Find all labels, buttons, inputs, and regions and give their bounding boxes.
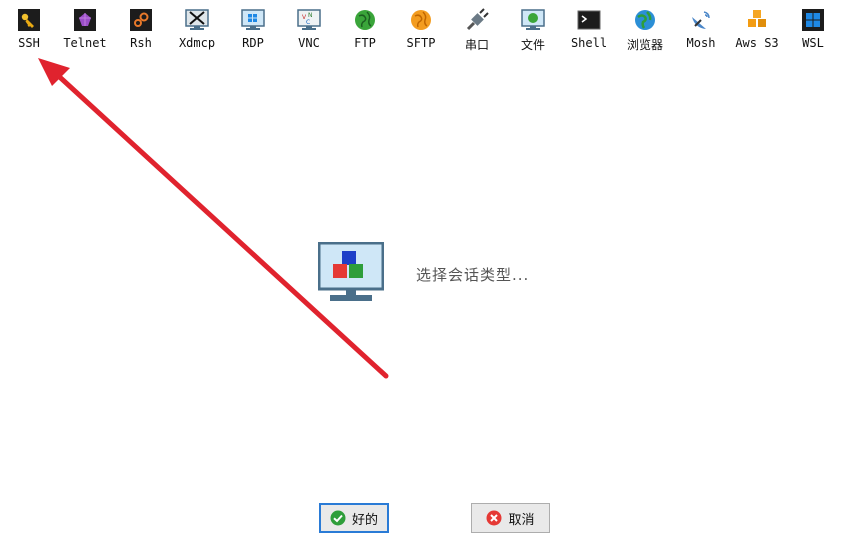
vnc-icon: V N C xyxy=(297,9,321,30)
tool-label: Rsh xyxy=(130,36,152,50)
sftp-globe-icon xyxy=(411,10,431,30)
tool-xdmcp[interactable]: Xdmcp xyxy=(169,8,225,58)
tool-wsl[interactable]: WSL xyxy=(785,8,841,58)
tool-label: RDP xyxy=(242,36,264,50)
session-monitor-icon xyxy=(318,242,384,301)
tool-label: Shell xyxy=(570,36,608,50)
tool-label: WSL xyxy=(802,36,824,50)
rsh-icon xyxy=(130,9,152,31)
tool-vnc[interactable]: V N C VNC xyxy=(281,8,337,58)
session-type-prompt: 选择会话类型... xyxy=(416,266,530,284)
tool-label: Aws S3 xyxy=(735,36,779,50)
telnet-icon xyxy=(74,9,96,31)
tool-file[interactable]: 文件 xyxy=(505,8,561,58)
satellite-icon xyxy=(692,11,710,29)
ok-button[interactable]: 好的 xyxy=(319,503,389,533)
tool-label: 文件 xyxy=(520,38,545,52)
tool-label: 浏览器 xyxy=(626,38,663,52)
tool-shell[interactable]: Shell xyxy=(561,8,617,58)
tool-rsh[interactable]: Rsh xyxy=(113,8,169,58)
cancel-button[interactable]: 取消 xyxy=(471,503,550,533)
ftp-globe-icon xyxy=(355,10,375,30)
tool-label: Xdmcp xyxy=(178,36,216,50)
xdmcp-icon xyxy=(185,9,209,30)
tool-ftp[interactable]: FTP xyxy=(337,8,393,58)
cancel-label: 取消 xyxy=(508,512,535,528)
tool-label: Mosh xyxy=(686,36,716,50)
tool-aws-s3[interactable]: Aws S3 xyxy=(729,8,785,58)
terminal-icon xyxy=(577,10,601,30)
tool-label: FTP xyxy=(354,36,376,50)
tool-mosh[interactable]: Mosh xyxy=(673,8,729,58)
tool-label: 串口 xyxy=(464,38,489,52)
ok-label: 好的 xyxy=(351,512,378,528)
key-icon xyxy=(18,9,40,31)
file-monitor-icon xyxy=(521,9,545,30)
tool-label: Telnet xyxy=(63,36,107,50)
tool-telnet[interactable]: Telnet xyxy=(57,8,113,58)
tool-label: SFTP xyxy=(406,36,436,50)
windows-icon xyxy=(802,9,824,31)
session-type-toolbar: SSH Telnet Rsh Xdmcp RDP V N C VNC FTP S… xyxy=(0,0,864,60)
svg-text:N: N xyxy=(308,12,313,19)
cancel-circle-icon xyxy=(486,510,502,526)
tool-label: VNC xyxy=(298,36,320,50)
tool-sftp[interactable]: SFTP xyxy=(393,8,449,58)
tool-rdp[interactable]: RDP xyxy=(225,8,281,58)
svg-text:C: C xyxy=(306,19,310,26)
tool-browser[interactable]: 浏览器 xyxy=(617,8,673,58)
tool-ssh[interactable]: SSH xyxy=(1,8,57,58)
check-circle-icon xyxy=(330,510,346,526)
serial-plug-icon xyxy=(466,8,489,31)
browser-globe-icon xyxy=(635,10,655,30)
tool-label: SSH xyxy=(18,36,40,50)
rdp-monitor-icon xyxy=(241,9,265,30)
aws-cubes-icon xyxy=(748,10,766,27)
tool-serial[interactable]: 串口 xyxy=(449,8,505,58)
